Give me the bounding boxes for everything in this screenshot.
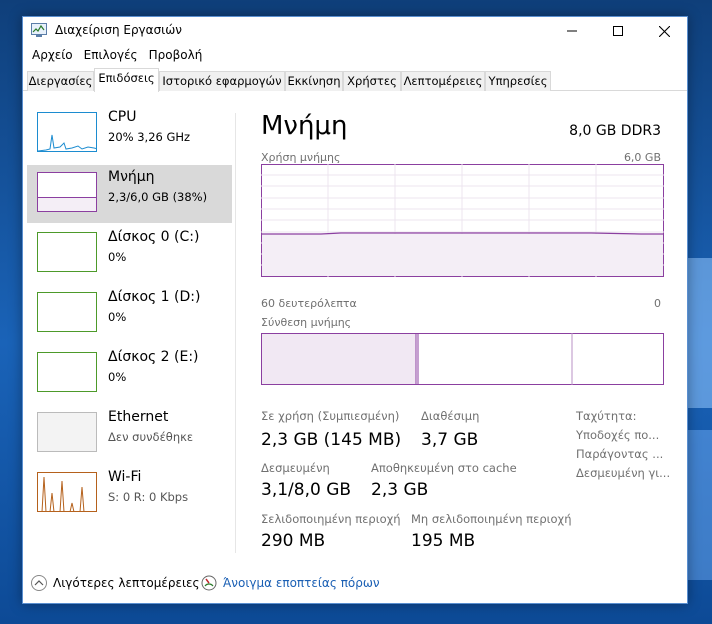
tab-services[interactable]: Υπηρεσίες (485, 71, 551, 91)
menu-options[interactable]: Επιλογές (81, 45, 142, 67)
tab-app-history[interactable]: Ιστορικό εφαρμογών (159, 71, 285, 91)
sidebar-item-title: Δίσκος 1 (D:) (108, 289, 201, 305)
tab-startup[interactable]: Εκκίνηση (285, 71, 343, 91)
committed-value: 3,1/8,0 GB (261, 480, 352, 500)
sidebar-item-subtitle: 0% (108, 370, 127, 384)
sidebar-item-title: Ethernet (108, 409, 169, 425)
title-bar[interactable]: Διαχείριση Εργασιών (23, 17, 687, 45)
tab-performance[interactable]: Επιδόσεις (94, 68, 159, 92)
sidebar-item-subtitle: 20% 3,26 GHz (108, 130, 191, 144)
ethernet-thumbnail-graph (37, 412, 97, 452)
sidebar-item-wifi[interactable]: Wi-Fi S: 0 R: 0 Kbps (27, 465, 232, 523)
close-button[interactable] (641, 17, 687, 45)
speed-label: Ταχύτητα: (576, 409, 637, 423)
available-value: 3,7 GB (421, 430, 479, 450)
cpu-thumbnail-graph (37, 112, 97, 152)
in-use-value: 2,3 GB (145 MB) (261, 430, 402, 450)
usage-graph-max: 6,0 GB (623, 151, 661, 164)
page-title: Μνήμη (261, 111, 348, 141)
minimize-icon (567, 30, 577, 32)
disk-thumbnail-graph (37, 292, 97, 332)
nonpaged-pool-value: 195 MB (411, 531, 476, 551)
sidebar-item-subtitle: 0% (108, 310, 127, 324)
hardware-reserved-label: Δεσμευμένη γι... (576, 466, 671, 480)
open-resource-monitor-link[interactable]: Άνοιγμα εποπτείας πόρων (201, 575, 380, 591)
performance-panel: CPU 20% 3,26 GHz Μνήμη 2,3/6,0 GB (38%) … (23, 91, 687, 567)
sidebar-item-title: Δίσκος 0 (C:) (108, 229, 200, 245)
available-label: Διαθέσιμη (421, 409, 480, 423)
maximize-icon (613, 26, 623, 36)
menu-file[interactable]: Αρχείο (29, 45, 77, 67)
composition-in-use-segment (262, 334, 416, 384)
fewer-details-label: Λιγότερες λεπτομέρειες (53, 576, 200, 590)
maximize-button[interactable] (595, 17, 641, 45)
nonpaged-pool-label: Μη σελιδοποιημένη περιοχή (411, 512, 572, 526)
sidebar-item-title: CPU (108, 109, 137, 125)
open-resource-monitor-label: Άνοιγμα εποπτείας πόρων (223, 576, 380, 590)
sidebar-item-title: Μνήμη (108, 169, 155, 185)
committed-label: Δεσμευμένη (261, 461, 330, 475)
slots-used-label: Υποδοχές πο... (576, 428, 660, 442)
composition-graph-label: Σύνθεση μνήμης (261, 316, 352, 329)
sidebar-item-subtitle: S: 0 R: 0 Kbps (108, 490, 189, 504)
wifi-thumbnail-graph (37, 472, 97, 512)
menu-bar: Αρχείο Επιλογές Προβολή (23, 45, 687, 67)
task-manager-window: Διαχείριση Εργασιών Αρχείο Επιλογές Προβ… (22, 16, 688, 604)
sidebar-item-disk-0[interactable]: Δίσκος 0 (C:) 0% (27, 225, 232, 283)
in-use-label: Σε χρήση (Συμπιεσμένη) (261, 409, 400, 423)
close-icon (658, 25, 670, 37)
footer: Λιγότερες λεπτομέρειες Άνοιγμα εποπτείας… (23, 567, 687, 605)
tab-users[interactable]: Χρήστες (343, 71, 401, 91)
memory-usage-area (262, 234, 663, 276)
sidebar-item-memory[interactable]: Μνήμη 2,3/6,0 GB (38%) (27, 165, 232, 223)
chevron-up-icon (31, 575, 47, 591)
disk-thumbnail-graph (37, 352, 97, 392)
memory-composition-bar (261, 333, 664, 385)
cached-label: Αποθηκευμένη στο cache (371, 461, 517, 475)
minimize-button[interactable] (549, 17, 595, 45)
sidebar-item-subtitle: 0% (108, 250, 127, 264)
memory-usage-graph (261, 164, 664, 277)
menu-view[interactable]: Προβολή (146, 45, 207, 67)
memory-thumbnail-graph (37, 172, 97, 212)
memory-spec: 8,0 GB DDR3 (569, 123, 661, 139)
tab-strip: Διεργασίες Επιδόσεις Ιστορικό εφαρμογών … (23, 67, 687, 92)
paged-pool-label: Σελιδοποιημένη περιοχή (261, 512, 401, 526)
usage-graph-label: Χρήση μνήμης (261, 151, 341, 164)
time-axis-right-label: 0 (654, 297, 661, 310)
tab-processes[interactable]: Διεργασίες (27, 71, 94, 91)
time-axis-left-label: 60 δευτερόλεπτα (261, 297, 357, 310)
sidebar-item-ethernet[interactable]: Ethernet Δεν συνδέθηκε (27, 405, 232, 463)
tab-details[interactable]: Λεπτομέρειες (401, 71, 485, 91)
cached-value: 2,3 GB (371, 480, 429, 500)
sidebar-item-subtitle: Δεν συνδέθηκε (108, 430, 194, 444)
form-factor-label: Παράγοντας ... (576, 447, 664, 461)
sidebar-item-disk-1[interactable]: Δίσκος 1 (D:) 0% (27, 285, 232, 343)
wifi-sparkline (41, 476, 85, 511)
sidebar-item-disk-2[interactable]: Δίσκος 2 (E:) 0% (27, 345, 232, 403)
sidebar-item-title: Δίσκος 2 (E:) (108, 349, 199, 365)
sidebar-item-title: Wi-Fi (108, 469, 142, 485)
sidebar-item-cpu[interactable]: CPU 20% 3,26 GHz (27, 105, 232, 163)
cpu-sparkline (38, 134, 96, 151)
task-manager-app-icon (31, 23, 47, 37)
sidebar-item-subtitle: 2,3/6,0 GB (38%) (108, 190, 208, 204)
memory-thumbnail-fill (38, 196, 96, 211)
window-title: Διαχείριση Εργασιών (55, 23, 182, 37)
paged-pool-value: 290 MB (261, 531, 326, 551)
resource-monitor-icon (201, 575, 217, 591)
panel-divider (235, 113, 236, 553)
disk-thumbnail-graph (37, 232, 97, 272)
fewer-details-button[interactable]: Λιγότερες λεπτομέρειες (31, 575, 200, 591)
